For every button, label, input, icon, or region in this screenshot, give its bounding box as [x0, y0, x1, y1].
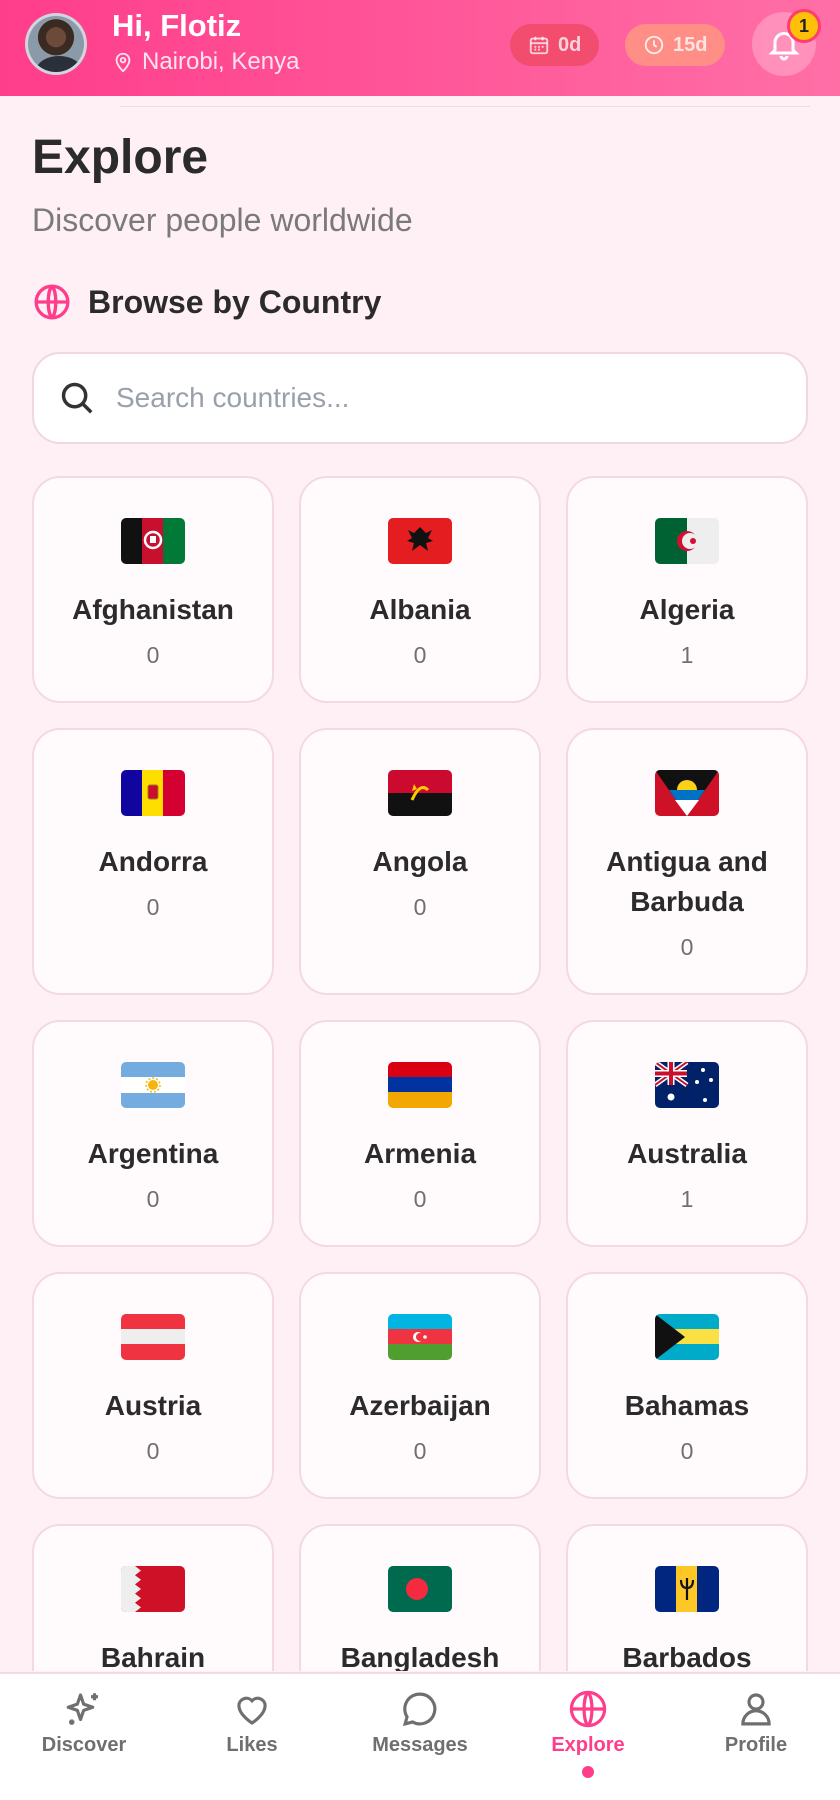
- nav-label: Discover: [41, 1734, 127, 1756]
- nav-label: Explore: [551, 1734, 625, 1756]
- country-name: Bahamas: [624, 1390, 750, 1421]
- country-name: Australia: [627, 1138, 747, 1169]
- page-title: Explore: [32, 131, 209, 184]
- angola-flag-icon: [388, 770, 452, 816]
- bottom-nav: Discover Likes Messages Explore Profile: [0, 1672, 840, 1800]
- australia-flag-icon: [655, 1062, 719, 1108]
- country-card-afghanistan[interactable]: Afghanistan 0: [32, 476, 274, 703]
- country-name: Algeria: [639, 594, 735, 625]
- location-text: Nairobi, Kenya: [142, 48, 300, 75]
- country-name: Albania: [369, 594, 471, 625]
- country-grid: Afghanistan 0 Albania 0 Algeria 1 Andorr…: [32, 476, 808, 1671]
- country-count: 0: [146, 1186, 160, 1212]
- country-card-armenia[interactable]: Armenia 0: [299, 1020, 541, 1247]
- country-card-australia[interactable]: Australia 1: [566, 1020, 808, 1247]
- greeting-text: Hi, Flotiz: [112, 8, 242, 43]
- country-count: 0: [413, 1186, 427, 1212]
- country-card-austria[interactable]: Austria 0: [32, 1272, 274, 1499]
- country-card-azerbaijan[interactable]: Azerbaijan 0: [299, 1272, 541, 1499]
- country-card-bahamas[interactable]: Bahamas 0: [566, 1272, 808, 1499]
- time-pill-label: 15d: [673, 33, 708, 56]
- nav-label: Profile: [724, 1734, 788, 1756]
- algeria-flag-icon: [655, 518, 719, 564]
- country-count: 1: [680, 642, 694, 668]
- search-input[interactable]: [116, 382, 756, 414]
- clock-icon: [644, 35, 664, 55]
- argentina-flag-icon: [121, 1062, 185, 1108]
- globe-icon: [34, 284, 70, 320]
- country-count: 0: [146, 1438, 160, 1464]
- country-name: Bangladesh: [340, 1642, 500, 1671]
- time-pill[interactable]: 15d: [625, 24, 726, 66]
- andorra-flag-icon: [121, 770, 185, 816]
- country-card-argentina[interactable]: Argentina 0: [32, 1020, 274, 1247]
- bahrain-flag-icon: [121, 1566, 185, 1612]
- sparkles-icon: [66, 1693, 98, 1725]
- country-card-andorra[interactable]: Andorra 0: [32, 728, 274, 995]
- location-row: Nairobi, Kenya: [112, 48, 299, 76]
- chat-bubble-icon: [402, 1692, 437, 1727]
- country-count: 0: [680, 1438, 694, 1464]
- globe-icon: [569, 1690, 607, 1728]
- bangladesh-flag-icon: [388, 1566, 452, 1612]
- country-count: 0: [413, 1438, 427, 1464]
- divider: [120, 106, 810, 107]
- country-name: Andorra: [98, 846, 208, 877]
- country-count: 0: [146, 642, 160, 668]
- calendar-icon: [529, 36, 549, 55]
- notifications-button[interactable]: 1: [752, 9, 821, 76]
- location-pin-icon: [115, 52, 131, 73]
- country-card-bangladesh[interactable]: Bangladesh: [299, 1524, 541, 1671]
- armenia-flag-icon: [388, 1062, 452, 1108]
- country-card-angola[interactable]: Angola 0: [299, 728, 541, 995]
- nav-item-profile[interactable]: Profile: [672, 1674, 840, 1800]
- austria-flag-icon: [121, 1314, 185, 1360]
- antigua-and-barbuda-flag-icon: [655, 770, 719, 816]
- search-icon: [61, 382, 93, 414]
- country-name: Barbados: [622, 1642, 752, 1671]
- days-pill[interactable]: 0d: [510, 24, 600, 66]
- country-count: 0: [413, 894, 427, 920]
- nav-item-likes[interactable]: Likes: [168, 1674, 336, 1800]
- section-label: Browse by Country: [88, 283, 382, 320]
- search-bar[interactable]: [32, 352, 808, 444]
- country-name: Argentina: [87, 1138, 219, 1169]
- active-indicator-dot: [582, 1766, 594, 1778]
- heart-icon: [237, 1696, 267, 1725]
- country-name: Angola: [372, 846, 468, 877]
- days-pill-label: 0d: [558, 33, 582, 56]
- country-name: Austria: [104, 1390, 202, 1421]
- country-card-algeria[interactable]: Algeria 1: [566, 476, 808, 703]
- country-card-barbados[interactable]: Barbados: [566, 1524, 808, 1671]
- country-name: Armenia: [363, 1138, 477, 1169]
- page-subtitle: Discover people worldwide: [32, 202, 413, 238]
- albania-flag-icon: [388, 518, 452, 564]
- afghanistan-flag-icon: [121, 518, 185, 564]
- app-header: Hi, Flotiz Nairobi, Kenya 0d 15d 1: [0, 0, 840, 96]
- bahamas-flag-icon: [655, 1314, 719, 1360]
- country-count: 0: [680, 934, 694, 960]
- notification-badge: 1: [787, 9, 821, 43]
- country-card-albania[interactable]: Albania 0: [299, 476, 541, 703]
- country-count: 0: [413, 642, 427, 668]
- nav-item-discover[interactable]: Discover: [0, 1674, 168, 1800]
- country-count: 0: [146, 894, 160, 920]
- nav-item-messages[interactable]: Messages: [336, 1674, 504, 1800]
- country-name: Afghanistan: [72, 594, 234, 625]
- country-card-antigua-and-barbuda[interactable]: Antigua and Barbuda 0: [566, 728, 808, 995]
- avatar[interactable]: [25, 13, 87, 75]
- azerbaijan-flag-icon: [388, 1314, 452, 1360]
- country-name: Bahrain: [100, 1642, 206, 1671]
- nav-label: Likes: [226, 1734, 278, 1756]
- barbados-flag-icon: [655, 1566, 719, 1612]
- nav-item-explore[interactable]: Explore: [504, 1674, 672, 1800]
- nav-label: Messages: [372, 1734, 468, 1756]
- section-header: Browse by Country: [32, 282, 381, 322]
- user-icon: [741, 1693, 771, 1726]
- country-name: Azerbaijan: [349, 1390, 491, 1421]
- country-card-bahrain[interactable]: Bahrain: [32, 1524, 274, 1671]
- country-count: 1: [680, 1186, 694, 1212]
- country-name: Antigua and Barbuda: [606, 846, 768, 917]
